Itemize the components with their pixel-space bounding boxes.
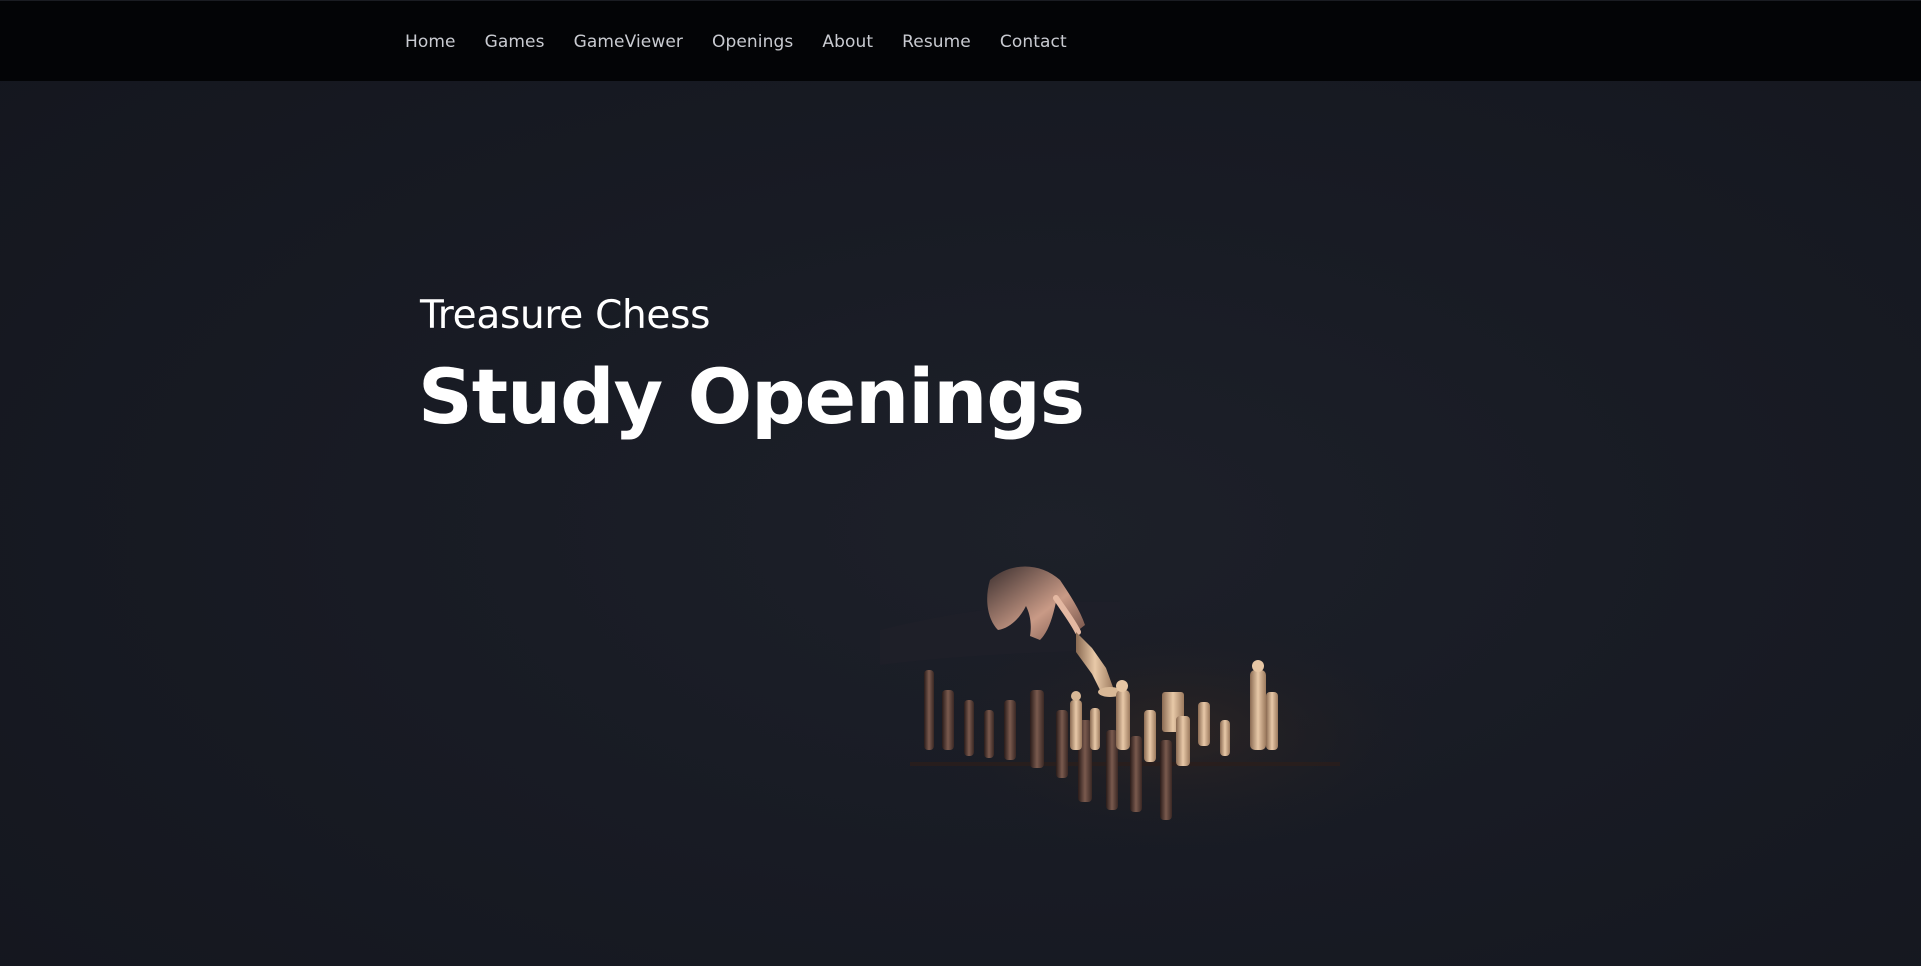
- hero-title: Study Openings: [418, 352, 1085, 441]
- nav-item-gameviewer: GameViewer: [574, 32, 712, 52]
- hero-subtitle: Treasure Chess: [420, 293, 711, 338]
- nav-item-resume: Resume: [902, 32, 1000, 52]
- nav-link-contact[interactable]: Contact: [1000, 32, 1067, 52]
- nav-item-about: About: [822, 32, 902, 52]
- nav-menu: Home Games GameViewer Openings About Res…: [405, 1, 1096, 82]
- board-surface: [910, 762, 1340, 766]
- nav-link-openings[interactable]: Openings: [712, 32, 793, 52]
- nav-link-resume[interactable]: Resume: [902, 32, 971, 52]
- nav-link-about[interactable]: About: [822, 32, 873, 52]
- nav-item-games: Games: [485, 32, 574, 52]
- nav-link-gameviewer[interactable]: GameViewer: [574, 32, 683, 52]
- hero-section: Treasure Chess Study Openings: [418, 290, 1085, 442]
- chess-hero-image: [880, 566, 1440, 850]
- nav-link-home[interactable]: Home: [405, 32, 456, 52]
- nav-item-home: Home: [405, 32, 485, 52]
- page: Home Games GameViewer Openings About Res…: [0, 0, 1921, 966]
- nav-link-games[interactable]: Games: [485, 32, 545, 52]
- nav-item-openings: Openings: [712, 32, 822, 52]
- top-navbar: Home Games GameViewer Openings About Res…: [0, 0, 1921, 81]
- nav-item-contact: Contact: [1000, 32, 1096, 52]
